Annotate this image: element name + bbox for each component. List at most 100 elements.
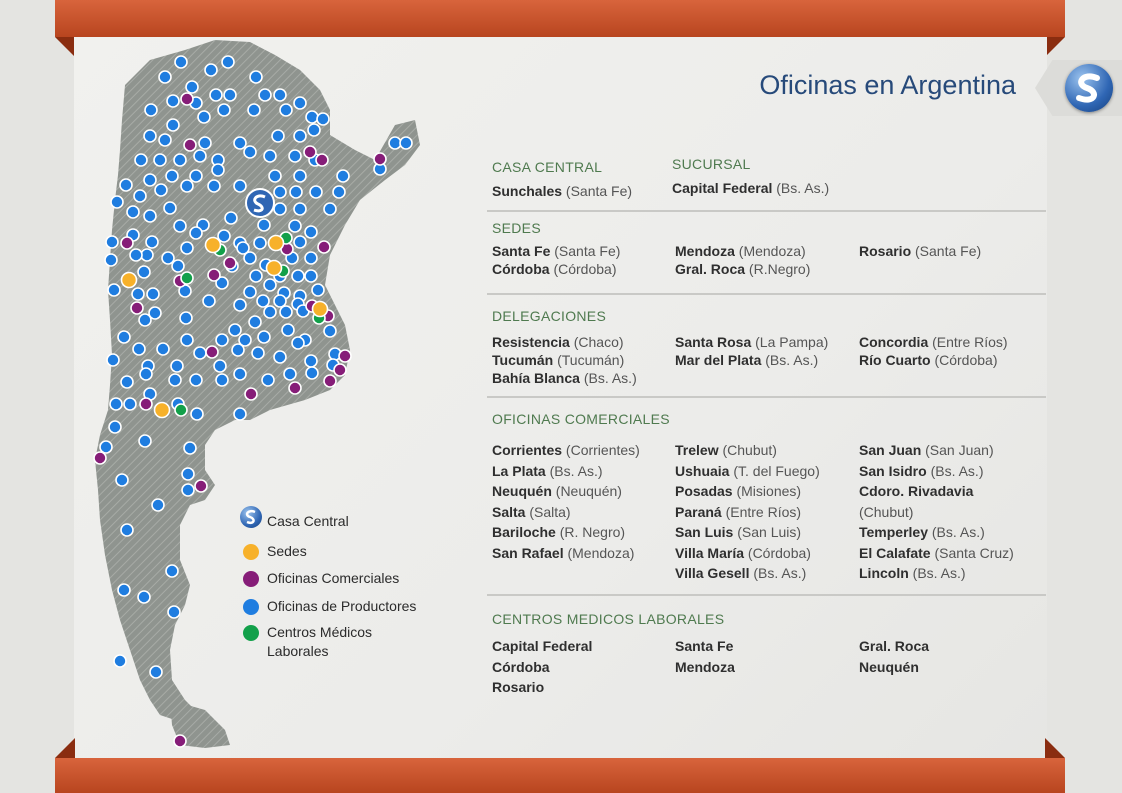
comercial-entry: Bariloche (R. Negro)	[492, 524, 626, 540]
productores-marker	[249, 269, 263, 283]
productores-marker	[110, 195, 124, 209]
productores-marker	[283, 367, 297, 381]
sedes-dot	[243, 544, 259, 560]
productores-marker	[311, 283, 325, 297]
productores-marker	[256, 294, 270, 308]
productores-marker	[149, 665, 163, 679]
delegacion-entry: Mar del Plata (Bs. As.)	[675, 352, 819, 368]
productores-marker	[173, 153, 187, 167]
productores-marker	[183, 441, 197, 455]
comercial-entry: San Rafael (Mendoza)	[492, 544, 635, 561]
comercial-entry: Ushuaia (T. del Fuego)	[675, 462, 820, 479]
productores-marker	[171, 259, 185, 273]
productores-marker	[117, 330, 131, 344]
comercial-entry: Neuquén (Neuquén)	[492, 483, 622, 499]
productores-marker	[173, 219, 187, 233]
productores-marker	[109, 397, 123, 411]
productores-marker	[223, 88, 237, 102]
company-logo-icon	[1065, 64, 1113, 112]
comerciales-marker	[317, 240, 331, 254]
page-title: Oficinas en Argentina	[759, 70, 1016, 100]
comercial-entry: Villa María (Córdoba)	[675, 544, 811, 561]
medico-entry: Rosario	[492, 679, 545, 695]
productores-marker	[165, 564, 179, 578]
productores-marker	[166, 94, 180, 108]
comerciales-marker	[183, 138, 197, 152]
productores-marker	[249, 70, 263, 84]
sedes-marker	[267, 234, 285, 252]
comerciales-marker	[338, 349, 352, 363]
delegaciones-heading: DELEGACIONES	[492, 308, 607, 324]
productores-marker	[293, 169, 307, 183]
medico-column: Gral. Roca Neuquén	[859, 636, 1031, 677]
productores-marker	[179, 311, 193, 325]
productores-marker	[304, 354, 318, 368]
productores-marker	[304, 269, 318, 283]
productores-marker	[291, 269, 305, 283]
productores-marker	[316, 112, 330, 126]
casa-central-value: Sunchales (Santa Fe)	[492, 183, 633, 199]
comercial-entry: San Isidro (Bs. As.)	[859, 462, 984, 479]
comerciales-marker	[205, 345, 219, 359]
productores-marker	[231, 343, 245, 357]
productores-marker	[138, 313, 152, 327]
productores-marker	[258, 88, 272, 102]
comercial-entry: Temperley (Bs. As.)	[859, 524, 985, 540]
productores-marker	[293, 129, 307, 143]
comerciales-heading: OFICINAS COMERCIALES	[492, 411, 670, 427]
sedes-heading: SEDES	[492, 220, 541, 236]
productores-marker	[165, 169, 179, 183]
medico-entry: Capital Federal	[492, 638, 593, 654]
productores-marker	[120, 523, 134, 537]
productores-marker	[180, 241, 194, 255]
comerciales-marker	[180, 92, 194, 106]
productores-marker	[126, 205, 140, 219]
productores-dot	[243, 599, 259, 615]
productores-marker	[105, 235, 119, 249]
productores-marker	[281, 323, 295, 337]
comerciales-marker	[323, 374, 337, 388]
productores-marker	[291, 336, 305, 350]
productores-marker	[399, 136, 413, 150]
comerciales-marker	[130, 301, 144, 315]
productores-marker	[117, 583, 131, 597]
productores-marker	[180, 333, 194, 347]
productores-marker	[253, 236, 267, 250]
productores-marker	[215, 333, 229, 347]
productores-marker	[143, 209, 157, 223]
productores-marker	[307, 123, 321, 137]
sede-entry: Santa Fe (Santa Fe)	[492, 243, 621, 259]
productores-marker	[143, 173, 157, 187]
productores-marker	[167, 605, 181, 619]
productores-marker	[113, 654, 127, 668]
sede-entry: Rosario (Santa Fe)	[859, 243, 982, 259]
sedes-marker	[120, 271, 138, 289]
productores-marker	[251, 346, 265, 360]
legend-casa-central: Casa Central	[238, 506, 448, 530]
productores-marker	[228, 323, 242, 337]
comerciales-marker	[373, 152, 387, 166]
productores-marker	[268, 169, 282, 183]
comercial-entry: San Juan (San Juan)	[859, 442, 994, 458]
sedes-marker	[311, 300, 329, 318]
productores-marker	[263, 149, 277, 163]
productores-marker	[145, 235, 159, 249]
productores-marker	[132, 342, 146, 356]
productores-marker	[158, 133, 172, 147]
comerciales-marker	[93, 451, 107, 465]
comercial-entry: Posadas (Misiones)	[675, 483, 802, 499]
comerciales-marker	[244, 387, 258, 401]
delegacion-column: Resistencia (Chaco) Tucumán (Tucumán) Bahí…	[492, 333, 664, 387]
productores-marker	[263, 305, 277, 319]
productores-marker	[156, 342, 170, 356]
medico-entry: Mendoza	[675, 658, 735, 675]
sede-column: Mendoza (Mendoza) Gral. Roca (R.Negro)	[675, 242, 847, 278]
productores-marker	[168, 373, 182, 387]
sede-column: Rosario (Santa Fe)	[859, 242, 1031, 260]
productores-marker	[119, 178, 133, 192]
productores-marker	[248, 315, 262, 329]
section-divider	[487, 293, 1046, 295]
productores-marker	[143, 129, 157, 143]
comerciales-marker	[173, 734, 187, 748]
productores-marker	[305, 366, 319, 380]
